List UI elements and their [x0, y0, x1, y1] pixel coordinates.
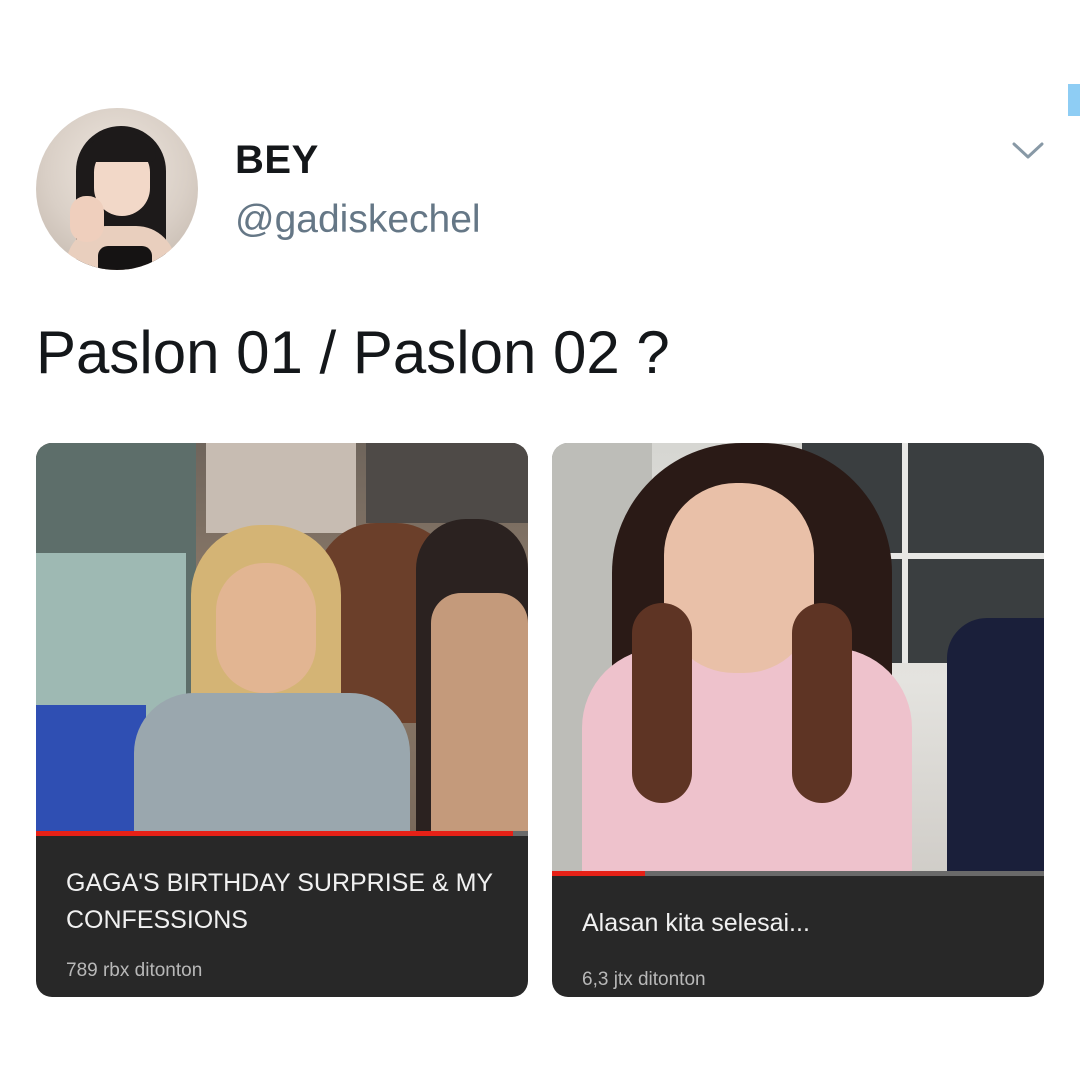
progress-bar: [552, 871, 1044, 876]
chevron-down-icon[interactable]: [1010, 136, 1046, 164]
video-thumbnail-1[interactable]: [36, 443, 528, 835]
video-thumbnail-2[interactable]: [552, 443, 1044, 875]
progress-fill: [36, 831, 514, 836]
scroll-indicator: [1068, 84, 1080, 116]
tweet-text: Paslon 01 / Paslon 02 ?: [36, 319, 670, 386]
video-title[interactable]: GAGA'S BIRTHDAY SURPRISE & MY CONFESSION…: [66, 865, 504, 939]
progress-fill: [552, 871, 646, 876]
view-count: 789 rbx ditonton: [66, 960, 203, 981]
progress-bar: [36, 831, 528, 836]
user-handle[interactable]: @gadiskechel: [235, 198, 481, 242]
display-name[interactable]: BEY: [235, 138, 319, 183]
video-card-1[interactable]: GAGA'S BIRTHDAY SURPRISE & MY CONFESSION…: [36, 443, 528, 997]
view-count: 6,3 jtx ditonton: [582, 969, 706, 990]
avatar[interactable]: [36, 108, 198, 270]
video-title[interactable]: Alasan kita selesai...: [582, 905, 1020, 942]
video-card-2[interactable]: Alasan kita selesai... 6,3 jtx ditonton: [552, 443, 1044, 997]
